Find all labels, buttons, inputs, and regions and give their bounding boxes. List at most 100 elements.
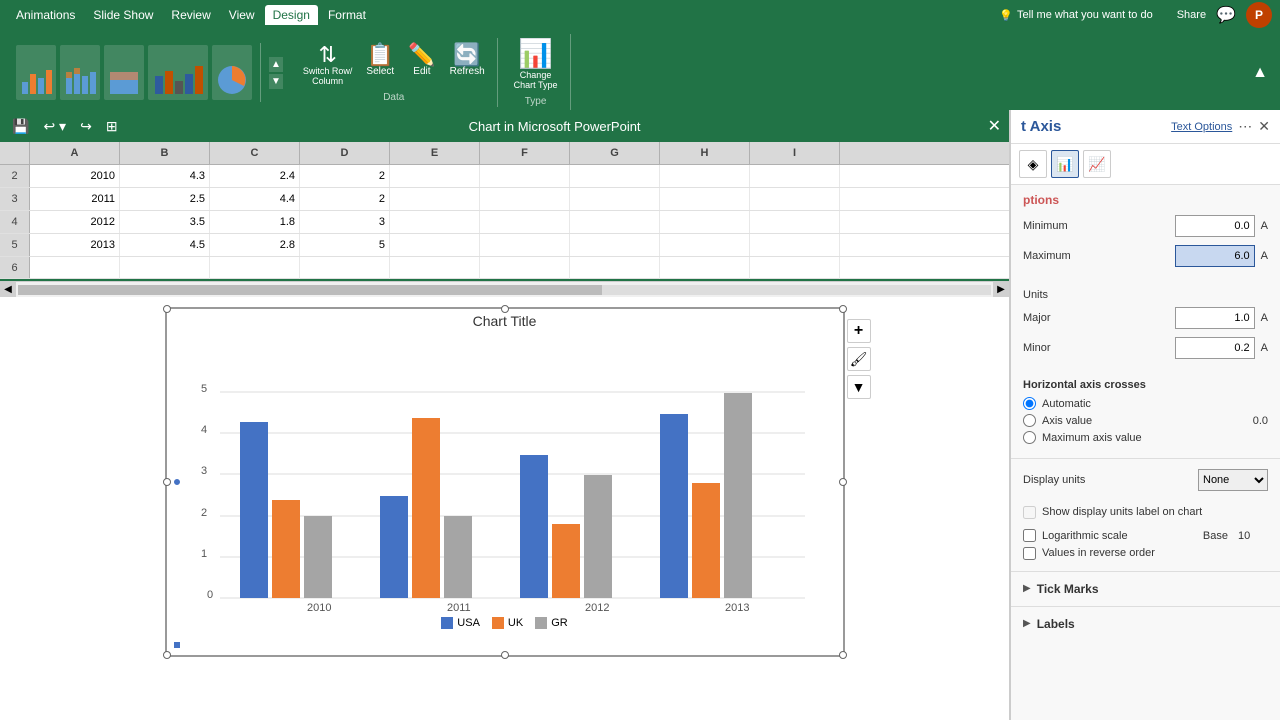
cell-i6[interactable] [750,257,840,279]
ribbon-collapse-btn[interactable]: ▲ [1248,60,1272,86]
cell-h3[interactable] [660,188,750,210]
minor-auto-btn[interactable]: A [1261,342,1268,354]
minimum-auto-btn[interactable]: A [1261,220,1268,232]
display-units-select[interactable]: None Hundreds Thousands Millions [1198,469,1268,491]
show-display-units-checkbox[interactable] [1023,506,1036,519]
cell-h4[interactable] [660,211,750,233]
cell-i4[interactable] [750,211,840,233]
max-axis-radio[interactable] [1023,431,1036,444]
cell-c3[interactable]: 4.4 [210,188,300,210]
tab-design[interactable]: Design [265,5,318,25]
automatic-radio[interactable] [1023,397,1036,410]
cell-c5[interactable]: 2.8 [210,234,300,256]
axis-value-radio[interactable] [1023,414,1036,427]
cell-c2[interactable]: 2.4 [210,165,300,187]
cell-b2[interactable]: 4.3 [120,165,210,187]
cell-d6[interactable] [300,257,390,279]
cell-c4[interactable]: 1.8 [210,211,300,233]
cell-f6[interactable] [480,257,570,279]
tab-format-shape[interactable]: ◈ [1019,150,1047,178]
cell-d2[interactable]: 2 [300,165,390,187]
major-auto-btn[interactable]: A [1261,312,1268,324]
col-b-header[interactable]: B [120,142,210,164]
major-input[interactable] [1175,307,1255,329]
redo-btn[interactable]: ↪ [76,116,96,137]
scroll-right-btn[interactable]: ▶ [993,282,1009,298]
undo-btn[interactable]: ↩ ▾ [39,116,70,137]
col-f-header[interactable]: F [480,142,570,164]
panel-close-btn[interactable]: ✕ [1258,118,1270,135]
layout-thumb-4[interactable] [148,45,208,100]
cell-g4[interactable] [570,211,660,233]
cell-e2[interactable] [390,165,480,187]
tab-view[interactable]: View [221,5,263,25]
handle-br[interactable] [839,651,847,659]
layout-thumb-5[interactable] [212,45,252,100]
cell-b6[interactable] [120,257,210,279]
layout-thumb-2[interactable] [60,45,100,100]
add-element-btn[interactable]: + [847,319,871,343]
handle-mr[interactable] [839,478,847,486]
cell-d4[interactable]: 3 [300,211,390,233]
cell-f4[interactable] [480,211,570,233]
cell-a3[interactable]: 2011 [30,188,120,210]
tab-column-chart[interactable]: 📈 [1083,150,1111,178]
scroll-up-btn[interactable]: ▲ [269,57,283,72]
change-chart-type-button[interactable]: 📊 ChangeChart Type [510,38,562,92]
tick-marks-section[interactable]: ▶ Tick Marks [1011,576,1280,602]
layout-thumb-1[interactable] [16,45,56,100]
col-i-header[interactable]: I [750,142,840,164]
inner-handle-bl[interactable] [173,641,181,649]
cell-b5[interactable]: 4.5 [120,234,210,256]
cell-f5[interactable] [480,234,570,256]
share-button[interactable]: Share [1177,9,1206,21]
tell-me-box[interactable]: 💡 Tell me what you want to do [999,9,1152,22]
cell-d5[interactable]: 5 [300,234,390,256]
layout-thumb-3[interactable] [104,45,144,100]
tab-format[interactable]: Format [320,5,374,25]
col-a-header[interactable]: A [30,142,120,164]
col-c-header[interactable]: C [210,142,300,164]
maximum-input[interactable] [1175,245,1255,267]
logarithmic-checkbox[interactable] [1023,529,1036,542]
tab-animations[interactable]: Animations [8,5,83,25]
text-options-btn[interactable]: Text Options [1171,121,1232,133]
tab-slideshow[interactable]: Slide Show [85,5,161,25]
switch-row-column-button[interactable]: ⇅ Switch Row/Column [299,42,357,88]
panel-expand-btn[interactable]: ⋯ [1238,118,1252,135]
chart-wrapper[interactable]: Chart Title 0 1 2 3 4 5 [165,307,845,657]
cell-g3[interactable] [570,188,660,210]
scroll-left-btn[interactable]: ◀ [0,282,16,298]
cell-a5[interactable]: 2013 [30,234,120,256]
cell-h6[interactable] [660,257,750,279]
col-d-header[interactable]: D [300,142,390,164]
cell-g2[interactable] [570,165,660,187]
handle-bl[interactable] [163,651,171,659]
cell-i3[interactable] [750,188,840,210]
style-btn[interactable]: 🖌 [847,347,871,371]
sheet-close-btn[interactable]: ✕ [988,116,1001,136]
cell-e5[interactable] [390,234,480,256]
reverse-order-checkbox[interactable] [1023,547,1036,560]
minimum-input[interactable] [1175,215,1255,237]
handle-ml[interactable] [163,478,171,486]
handle-bm[interactable] [501,651,509,659]
edit-button[interactable]: ✏️ Edit [404,42,439,88]
col-h-header[interactable]: H [660,142,750,164]
cell-h5[interactable] [660,234,750,256]
scroll-track[interactable] [18,285,991,295]
save-icon[interactable]: 💾 [8,116,33,137]
tab-review[interactable]: Review [163,5,218,25]
cell-b3[interactable]: 2.5 [120,188,210,210]
col-g-header[interactable]: G [570,142,660,164]
cell-i2[interactable] [750,165,840,187]
cell-a6[interactable] [30,257,120,279]
cell-a2[interactable]: 2010 [30,165,120,187]
table-icon[interactable]: ⊞ [102,116,122,137]
minor-input[interactable] [1175,337,1255,359]
col-e-header[interactable]: E [390,142,480,164]
cell-a4[interactable]: 2012 [30,211,120,233]
select-button[interactable]: 📋 Select [362,42,398,88]
cell-e3[interactable] [390,188,480,210]
filter-btn[interactable]: ▼ [847,375,871,399]
